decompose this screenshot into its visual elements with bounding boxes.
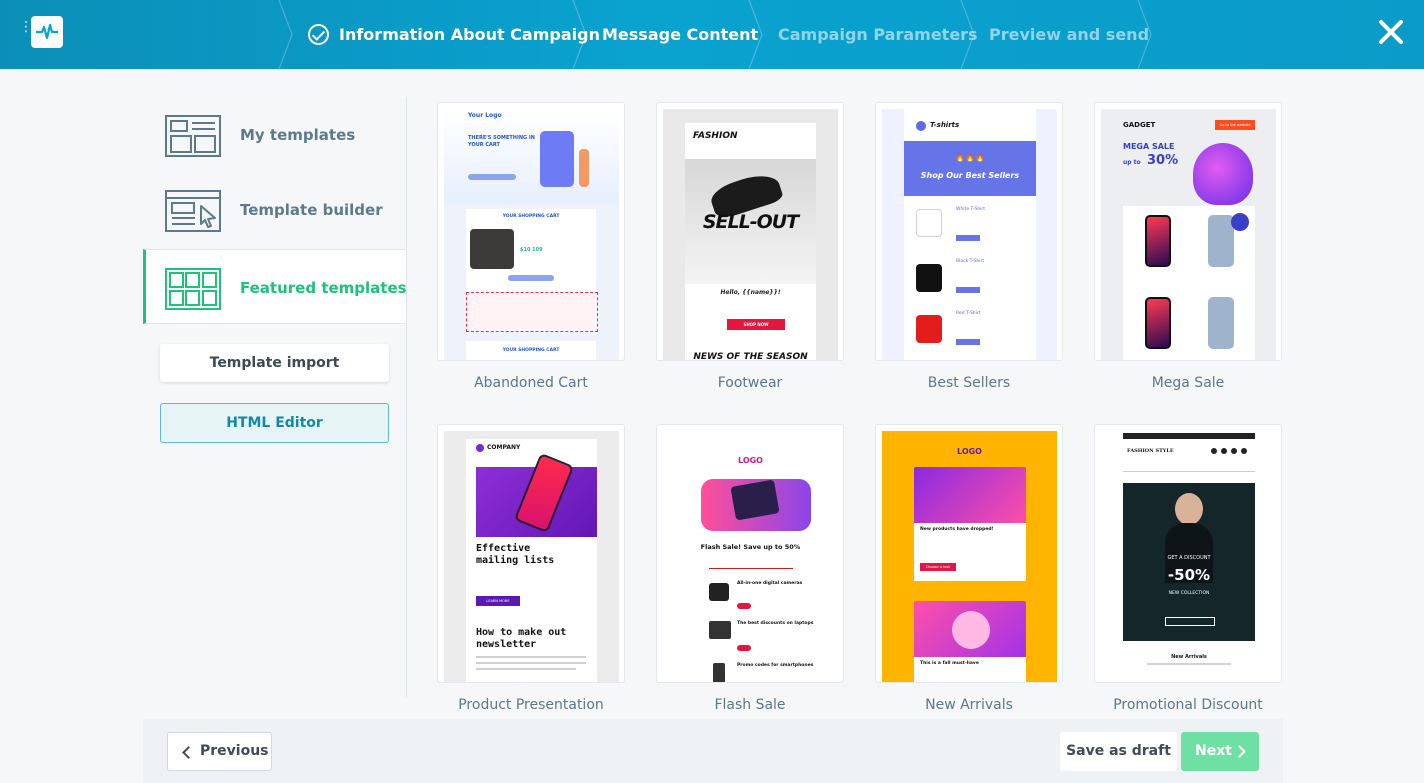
template-card-abandoned-cart[interactable]: Your Logo THERE'S SOMETHING IN YOUR CART…: [437, 102, 625, 361]
sidebar-item-template-builder[interactable]: Template builder: [143, 172, 407, 247]
step-preview-send[interactable]: Preview and send: [989, 0, 1149, 69]
template-name[interactable]: Footwear: [656, 375, 844, 391]
thumb-line: NEW COLLECTION: [1168, 591, 1210, 596]
wizard-footer: Previous Save as draft Next: [143, 719, 1283, 783]
check-circle-icon: [308, 24, 329, 45]
template-import-button[interactable]: Template import: [160, 344, 389, 382]
next-button[interactable]: Next: [1181, 732, 1259, 771]
thumb-headline: Effective mailing lists: [476, 543, 555, 566]
step-message-content[interactable]: Message Content: [602, 0, 758, 69]
thumb-banner: Shop Our Best Sellers: [920, 171, 1020, 180]
thumb-cta: LEARN MORE: [476, 596, 520, 606]
save-draft-button[interactable]: Save as draft: [1060, 732, 1177, 771]
template-card-flash-sale[interactable]: LOGO Flash Sale! Save up to 50% All-in-o…: [656, 424, 844, 683]
template-name[interactable]: New Arrivals: [875, 697, 1063, 713]
thumb-headline: THERE'S SOMETHING IN YOUR CART: [468, 135, 535, 148]
featured-grid-icon: [165, 268, 221, 310]
template-layout-icon: [165, 115, 221, 157]
sidebar-item-my-templates[interactable]: My templates: [143, 97, 407, 172]
thumb-logo: Your Logo: [468, 112, 502, 119]
template-card-best-sellers[interactable]: T-shirts 🔥🔥🔥 Shop Our Best Sellers White…: [875, 102, 1063, 361]
thumb-brand: COMPANY: [487, 444, 521, 451]
template-thumbnail: LOGO New products have dropped! Choose a…: [882, 431, 1057, 682]
template-thumbnail: COMPANY Effective mailing lists LEARN MO…: [444, 431, 619, 682]
thumb-sub: up to: [1123, 159, 1141, 166]
template-card-product-presentation[interactable]: COMPANY Effective mailing lists LEARN MO…: [437, 424, 625, 683]
thumb-item: White T-Shirt: [956, 207, 986, 212]
sidebar-divider: [406, 97, 407, 697]
thumb-hero-text: SELL-OUT: [702, 211, 799, 233]
template-name[interactable]: Abandoned Cart: [437, 375, 625, 391]
thumb-item: All-in-one digital cameras: [737, 581, 803, 586]
template-thumbnail: FASHION SELL-OUT Hello, {{name}}! SHOP N…: [663, 109, 838, 361]
thumb-button: Go to the website: [1215, 120, 1255, 130]
step-divider-icon: [278, 0, 296, 70]
thumb-brand: GADGET: [1123, 121, 1156, 129]
thumb-greeting: Hello, {{name}}!: [720, 289, 781, 296]
thumb-item: Red T-Shirt: [956, 311, 981, 316]
thumb-headline: MEGA SALE: [1123, 142, 1175, 151]
thumb-bottom-text: New Arrivals: [1171, 654, 1207, 660]
thumb-brand: T-shirts: [930, 121, 960, 129]
thumb-logo: LOGO: [957, 447, 982, 456]
thumb-headline: Flash Sale! Save up to 50%: [700, 543, 801, 551]
thumb-headline: This is a fall must-have: [920, 661, 979, 666]
sidebar-item-featured-templates[interactable]: Featured templates: [143, 249, 407, 324]
template-name[interactable]: Best Sellers: [875, 375, 1063, 391]
template-card-footwear[interactable]: FASHION SELL-OUT Hello, {{name}}! SHOP N…: [656, 102, 844, 361]
template-name[interactable]: Product Presentation: [437, 697, 625, 713]
close-icon[interactable]: [1376, 17, 1406, 47]
template-thumbnail: FASHION STYLE GET A DISCOUNT -50% NEW CO…: [1101, 431, 1276, 682]
step-divider-icon: [960, 0, 978, 70]
step-label: Preview and send: [989, 25, 1150, 44]
template-name[interactable]: Mega Sale: [1094, 375, 1282, 391]
thumb-line: GET A DISCOUNT: [1167, 555, 1211, 561]
step-label: Information About Campaign: [339, 25, 600, 44]
step-divider-icon: [572, 0, 590, 70]
thumb-section: YOUR SHOPPING CART: [502, 348, 560, 353]
step-information[interactable]: Information About Campaign: [308, 0, 600, 69]
template-card-mega-sale[interactable]: GADGET Go to the website MEGA SALE up to…: [1094, 102, 1282, 361]
template-card-promotional-discount[interactable]: FASHION STYLE GET A DISCOUNT -50% NEW CO…: [1094, 424, 1282, 683]
step-divider-icon: [748, 0, 766, 70]
template-name[interactable]: Promotional Discount: [1094, 697, 1282, 713]
step-label: Campaign Parameters: [778, 25, 978, 44]
thumb-logo: LOGO: [738, 456, 763, 465]
step-campaign-parameters[interactable]: Campaign Parameters: [778, 0, 978, 69]
step-label: Message Content: [602, 25, 759, 44]
thumb-cta: Choose a look: [920, 563, 956, 571]
thumb-item: Promo codes for smartphones: [737, 663, 814, 668]
template-sidebar: My templates Template builder Featured t…: [143, 97, 407, 697]
thumb-percent: 30%: [1147, 153, 1179, 168]
thumb-brand: FASHION: [693, 131, 738, 141]
thumb-emoji: 🔥🔥🔥: [955, 153, 985, 162]
thumb-item: Black T-Shirt: [956, 259, 985, 264]
thumb-brand: FASHION STYLE: [1127, 448, 1174, 454]
previous-button[interactable]: Previous: [167, 732, 272, 771]
step-divider-icon: [1137, 0, 1155, 70]
template-name[interactable]: Flash Sale: [656, 697, 844, 713]
template-thumbnail: LOGO Flash Sale! Save up to 50% All-in-o…: [663, 431, 838, 682]
template-builder-icon: [165, 190, 221, 232]
thumb-cta: SHOP NOW: [727, 319, 785, 330]
thumb-item: The best discounts on laptops: [737, 621, 814, 626]
thumb-percent: -50%: [1167, 566, 1211, 584]
template-card-new-arrivals[interactable]: LOGO New products have dropped! Choose a…: [875, 424, 1063, 683]
thumb-section: YOUR SHOPPING CART: [502, 214, 560, 219]
html-editor-button[interactable]: HTML Editor: [160, 403, 389, 443]
top-bar: ⋮ Information About Campaign Message Con…: [0, 0, 1424, 70]
thumb-price: $10 109: [520, 247, 543, 253]
thumb-headline: How to make out newsletter: [476, 627, 567, 650]
template-thumbnail: Your Logo THERE'S SOMETHING IN YOUR CART…: [444, 109, 619, 360]
template-thumbnail: T-shirts 🔥🔥🔥 Shop Our Best Sellers White…: [882, 109, 1057, 360]
template-thumbnail: GADGET Go to the website MEGA SALE up to…: [1101, 109, 1276, 360]
thumb-bottom-text: NEWS OF THE SEASON: [693, 352, 808, 361]
sidebar-item-label: Featured templates: [240, 279, 407, 297]
sidebar-item-label: My templates: [240, 126, 356, 144]
menu-dots-icon[interactable]: ⋮: [19, 20, 33, 34]
sidebar-item-label: Template builder: [240, 201, 383, 219]
thumb-headline: New products have dropped!: [920, 527, 994, 532]
app-logo-icon[interactable]: [31, 16, 63, 48]
